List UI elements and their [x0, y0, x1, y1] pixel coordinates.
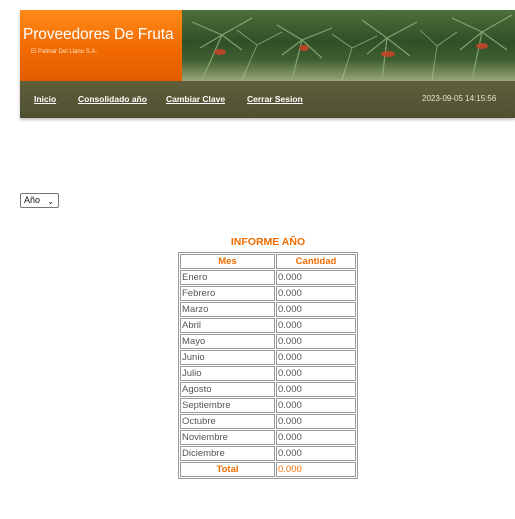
year-select[interactable]: Año ⌄ — [20, 193, 59, 208]
chevron-down-icon: ⌄ — [47, 197, 54, 206]
month-cell: Septiembre — [180, 398, 275, 413]
total-value: 0.000 — [276, 462, 356, 477]
quantity-cell: 0.000 — [276, 350, 356, 365]
nav-link-cambiar-clave[interactable]: Cambiar Clave — [166, 94, 225, 104]
table-row: Junio 0.000 — [180, 350, 356, 365]
quantity-cell: 0.000 — [276, 270, 356, 285]
month-cell: Junio — [180, 350, 275, 365]
table-row: Marzo 0.000 — [180, 302, 356, 317]
quantity-cell: 0.000 — [276, 286, 356, 301]
table-row: Julio 0.000 — [180, 366, 356, 381]
table-row: Septiembre 0.000 — [180, 398, 356, 413]
quantity-cell: 0.000 — [276, 430, 356, 445]
table-row: Diciembre 0.000 — [180, 446, 356, 461]
month-cell: Enero — [180, 270, 275, 285]
month-cell: Abril — [180, 318, 275, 333]
total-row: Total 0.000 — [180, 462, 356, 477]
year-select-value: Año — [24, 195, 41, 205]
brand-title: Proveedores De Fruta — [23, 26, 174, 43]
table-row: Enero 0.000 — [180, 270, 356, 285]
column-header-cantidad: Cantidad — [276, 254, 356, 269]
month-cell: Febrero — [180, 286, 275, 301]
nav-link-cerrar-sesion[interactable]: Cerrar Sesion — [247, 94, 303, 104]
table-row: Mayo 0.000 — [180, 334, 356, 349]
quantity-cell: 0.000 — [276, 398, 356, 413]
quantity-cell: 0.000 — [276, 382, 356, 397]
quantity-cell: 0.000 — [276, 414, 356, 429]
quantity-cell: 0.000 — [276, 366, 356, 381]
total-label: Total — [180, 462, 275, 477]
palm-plantation-banner — [191, 14, 513, 81]
month-cell: Octubre — [180, 414, 275, 429]
site-header: Proveedores De Fruta El Palmar Del Llano… — [20, 10, 515, 118]
report-title: INFORME AÑO — [230, 236, 306, 248]
table-header-row: Mes Cantidad — [180, 254, 356, 269]
nav-bar: Inicio Consolidado año Cambiar Clave Cer… — [20, 81, 515, 118]
quantity-cell: 0.000 — [276, 302, 356, 317]
table-row: Febrero 0.000 — [180, 286, 356, 301]
month-cell: Diciembre — [180, 446, 275, 461]
banner-image — [182, 10, 515, 81]
session-datetime: 2023-09-05 14:15:56 — [422, 94, 497, 103]
table-row: Octubre 0.000 — [180, 414, 356, 429]
table-row: Noviembre 0.000 — [180, 430, 356, 445]
brand-subtitle: El Palmar Del Llano S.A. — [31, 49, 98, 55]
month-cell: Agosto — [180, 382, 275, 397]
nav-link-consolidado-ano[interactable]: Consolidado año — [78, 94, 147, 104]
brand-block: Proveedores De Fruta El Palmar Del Llano… — [20, 10, 182, 81]
nav-link-inicio[interactable]: Inicio — [34, 94, 56, 104]
month-cell: Julio — [180, 366, 275, 381]
table-row: Agosto 0.000 — [180, 382, 356, 397]
table-row: Abril 0.000 — [180, 318, 356, 333]
quantity-cell: 0.000 — [276, 446, 356, 461]
quantity-cell: 0.000 — [276, 334, 356, 349]
report-table: Mes Cantidad Enero 0.000 Febrero 0.000 Mar… — [178, 252, 358, 479]
month-cell: Marzo — [180, 302, 275, 317]
month-cell: Mayo — [180, 334, 275, 349]
column-header-mes: Mes — [180, 254, 275, 269]
month-cell: Noviembre — [180, 430, 275, 445]
quantity-cell: 0.000 — [276, 318, 356, 333]
